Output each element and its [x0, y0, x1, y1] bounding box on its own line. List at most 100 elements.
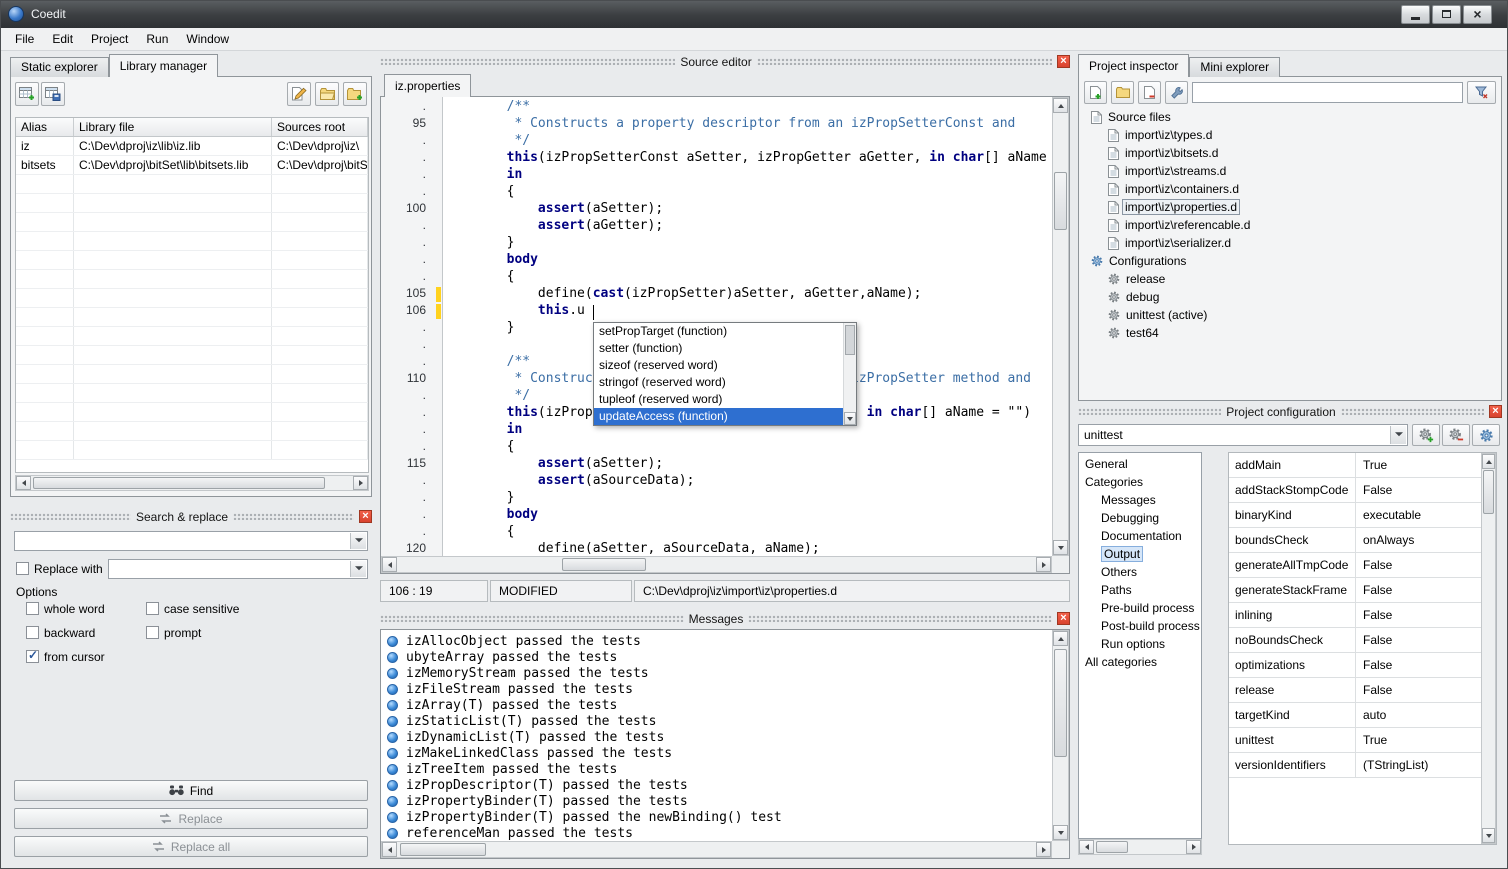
tree-node[interactable]: test64 [1081, 324, 1499, 342]
tree-node[interactable]: import\iz\types.d [1081, 126, 1499, 144]
category-item[interactable]: All categories [1079, 653, 1201, 671]
replace-with-checkbox[interactable] [16, 562, 29, 575]
config-clone-button[interactable] [1472, 424, 1500, 446]
message-row[interactable]: izArray(T) passed the tests [381, 697, 1052, 713]
code-line[interactable]: } [444, 235, 1052, 252]
from-cursor-checkbox[interactable] [26, 650, 39, 663]
completion-item[interactable]: tupleof (reserved word) [594, 391, 843, 408]
tree-node[interactable]: import\iz\referencable.d [1081, 216, 1499, 234]
property-row[interactable]: generateStackFrameFalse [1229, 578, 1481, 603]
editor-v-scrollbar[interactable] [1052, 97, 1069, 556]
scroll-up-button[interactable] [1482, 454, 1495, 469]
scroll-thumb[interactable] [33, 477, 325, 489]
library-row[interactable] [16, 441, 368, 460]
completion-item[interactable]: updateAccess (function) [594, 408, 843, 425]
property-value[interactable]: True [1356, 453, 1481, 477]
replace-all-button[interactable]: Replace all [14, 836, 368, 857]
code-line[interactable]: this.u [444, 303, 1052, 320]
property-value[interactable]: False [1356, 553, 1481, 577]
scroll-thumb[interactable] [562, 558, 646, 571]
property-value[interactable]: False [1356, 478, 1481, 502]
code-line[interactable]: */ [444, 133, 1052, 150]
category-item[interactable]: Post-build process [1079, 617, 1201, 635]
prompt-label[interactable]: prompt [164, 626, 201, 640]
scroll-down-button[interactable] [1053, 540, 1068, 555]
config-add-button[interactable] [1412, 424, 1440, 446]
scroll-thumb[interactable] [1054, 172, 1067, 230]
property-row[interactable]: versionIdentifiers(TStringList) [1229, 753, 1481, 778]
scroll-left-button[interactable] [382, 842, 397, 857]
code-line[interactable]: { [444, 524, 1052, 541]
column-header[interactable]: Sources root [272, 118, 368, 136]
scroll-right-button[interactable] [1036, 557, 1051, 572]
tab-iz-properties[interactable]: iz.properties [384, 74, 471, 97]
message-row[interactable]: izMemoryStream passed the tests [381, 665, 1052, 681]
message-row[interactable]: izPropertyBinder(T) passed the newBindin… [381, 809, 1052, 825]
tab-library-manager[interactable]: Library manager [109, 54, 218, 77]
whole-word-checkbox[interactable] [26, 602, 39, 615]
scroll-thumb[interactable] [1096, 841, 1128, 853]
property-value[interactable]: (TStringList) [1356, 753, 1481, 777]
tree-node[interactable]: import\iz\serializer.d [1081, 234, 1499, 252]
code-line[interactable]: define(aSetter, aSourceData, aName); [444, 541, 1052, 556]
property-row[interactable]: addMainTrue [1229, 453, 1481, 478]
category-item[interactable]: General [1079, 455, 1201, 473]
menu-project[interactable]: Project [82, 28, 137, 51]
code-line[interactable]: assert(aGetter); [444, 218, 1052, 235]
add-library-button[interactable] [15, 82, 39, 106]
category-item[interactable]: Pre-build process [1079, 599, 1201, 617]
filter-button[interactable] [1467, 81, 1496, 104]
property-row[interactable]: unittestTrue [1229, 728, 1481, 753]
remove-file-button[interactable] [1138, 81, 1161, 104]
editor-h-scrollbar[interactable] [381, 556, 1052, 573]
code-line[interactable]: this(izPropSetterConst aSetter, izPropGe… [444, 150, 1052, 167]
tree-node[interactable]: import\iz\streams.d [1081, 162, 1499, 180]
from-cursor-label[interactable]: from cursor [44, 650, 105, 664]
code-line[interactable]: { [444, 184, 1052, 201]
tree-node[interactable]: import\iz\containers.d [1081, 180, 1499, 198]
category-item[interactable]: Documentation [1079, 527, 1201, 545]
scroll-thumb[interactable] [845, 325, 855, 355]
case-sensitive-checkbox[interactable] [146, 602, 159, 615]
message-row[interactable]: izMakeLinkedClass passed the tests [381, 745, 1052, 761]
close-button[interactable] [1463, 5, 1492, 24]
tree-node[interactable]: release [1081, 270, 1499, 288]
save-libraries-button[interactable] [41, 82, 65, 106]
completion-item[interactable]: sizeof (reserved word) [594, 357, 843, 374]
category-item[interactable]: Debugging [1079, 509, 1201, 527]
code-line[interactable]: assert(aSourceData); [444, 473, 1052, 490]
add-file-button[interactable] [1084, 81, 1107, 104]
tree-node[interactable]: debug [1081, 288, 1499, 306]
code-line[interactable]: assert(aSetter); [444, 456, 1052, 473]
library-row[interactable] [16, 232, 368, 251]
replace-with-label[interactable]: Replace with [34, 562, 103, 576]
close-panel-icon[interactable] [1057, 612, 1070, 625]
library-row[interactable] [16, 346, 368, 365]
message-row[interactable]: izAllocObject passed the tests [381, 633, 1052, 649]
message-row[interactable]: izPropertyBinder(T) passed the tests [381, 793, 1052, 809]
backward-label[interactable]: backward [44, 626, 95, 640]
column-header[interactable]: Library file [74, 118, 272, 136]
message-row[interactable]: izPropDescriptor(T) passed the tests [381, 777, 1052, 793]
messages-v-scrollbar[interactable] [1052, 630, 1069, 841]
property-row[interactable]: binaryKindexecutable [1229, 503, 1481, 528]
tree-node[interactable]: Configurations [1081, 252, 1499, 270]
close-panel-icon[interactable] [1489, 405, 1502, 418]
code-line[interactable]: { [444, 269, 1052, 286]
message-row[interactable]: referenceMan passed the tests [381, 825, 1052, 841]
code-line[interactable]: /** [444, 99, 1052, 116]
library-row[interactable] [16, 327, 368, 346]
scroll-thumb[interactable] [1054, 649, 1067, 757]
scroll-up-button[interactable] [1053, 631, 1068, 646]
library-row[interactable]: bitsetsC:\Dev\dproj\bitSet\lib\bitsets.l… [16, 156, 368, 175]
library-row[interactable] [16, 270, 368, 289]
property-row[interactable]: targetKindauto [1229, 703, 1481, 728]
property-row[interactable]: generateAllTmpCodeFalse [1229, 553, 1481, 578]
completion-item[interactable]: stringof (reserved word) [594, 374, 843, 391]
scroll-left-button[interactable] [382, 557, 397, 572]
column-header[interactable]: Alias [16, 118, 74, 136]
library-h-scrollbar[interactable] [15, 475, 369, 491]
search-term-combo[interactable] [14, 531, 368, 551]
add-sources-root-button[interactable] [343, 82, 367, 106]
open-library-button[interactable] [315, 82, 339, 106]
